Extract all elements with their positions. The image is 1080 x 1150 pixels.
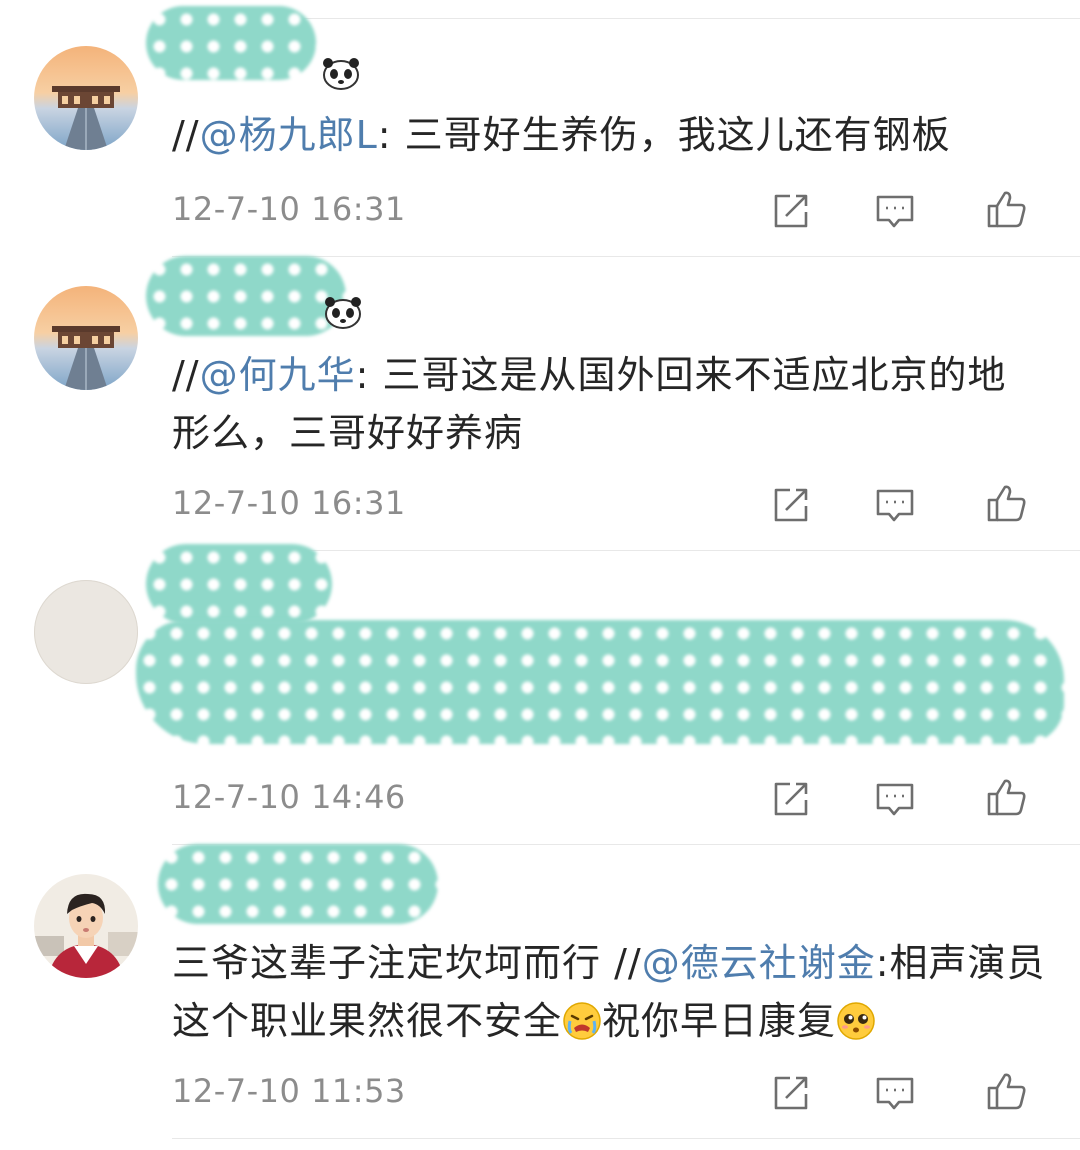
comment-icon[interactable] bbox=[874, 778, 916, 820]
redacted-username[interactable] bbox=[146, 256, 346, 336]
mention-link[interactable]: @德云社谢金 bbox=[642, 941, 876, 985]
top-divider bbox=[172, 18, 1080, 19]
redacted-comment-text bbox=[136, 620, 1064, 744]
avatar[interactable] bbox=[34, 46, 138, 150]
thumbs-up-icon[interactable] bbox=[986, 188, 1028, 230]
comment-time: 12-7-10 16:31 bbox=[172, 484, 406, 522]
redacted-username[interactable] bbox=[158, 844, 438, 924]
crying-emoji-icon bbox=[562, 999, 602, 1040]
comment-time: 12-7-10 11:53 bbox=[172, 1072, 406, 1110]
comment-text: //@杨九郎L: 三哥好生养伤，我这儿还有钢板 bbox=[172, 106, 1052, 164]
thumbs-up-icon[interactable] bbox=[986, 1070, 1028, 1112]
thumbs-up-icon[interactable] bbox=[986, 482, 1028, 524]
pleading-emoji-icon bbox=[836, 999, 876, 1040]
share-icon[interactable] bbox=[770, 190, 812, 232]
comment-time: 12-7-10 16:31 bbox=[172, 190, 406, 228]
share-icon[interactable] bbox=[770, 778, 812, 820]
redacted-username[interactable] bbox=[146, 544, 332, 624]
share-icon[interactable] bbox=[770, 484, 812, 526]
thumbs-up-icon[interactable] bbox=[986, 776, 1028, 818]
avatar[interactable] bbox=[34, 286, 138, 390]
mention-link[interactable]: @杨九郎L bbox=[200, 113, 378, 157]
comment-divider bbox=[172, 1138, 1080, 1139]
text-segment: // bbox=[172, 113, 200, 157]
comment-text: //@何九华: 三哥这是从国外回来不适应北京的地形么，三哥好好养病 bbox=[172, 346, 1042, 462]
avatar[interactable] bbox=[34, 580, 138, 684]
text-segment: 三爷这辈子注定坎坷而行 // bbox=[172, 941, 642, 985]
redacted-username[interactable] bbox=[146, 6, 316, 80]
comment-text: 三爷这辈子注定坎坷而行 //@德云社谢金:相声演员这个职业果然很不安全 祝你早日… bbox=[172, 934, 1052, 1050]
comment-icon[interactable] bbox=[874, 484, 916, 526]
comment-icon[interactable] bbox=[874, 190, 916, 232]
comment-icon[interactable] bbox=[874, 1072, 916, 1114]
avatar[interactable] bbox=[34, 874, 138, 978]
panda-icon bbox=[322, 294, 364, 330]
panda-icon bbox=[320, 55, 362, 91]
mention-link[interactable]: @何九华 bbox=[200, 353, 356, 397]
comment-time: 12-7-10 14:46 bbox=[172, 778, 406, 816]
text-segment: : 三哥好生养伤，我这儿还有钢板 bbox=[377, 113, 951, 157]
text-segment: 祝你早日康复 bbox=[602, 999, 837, 1043]
share-icon[interactable] bbox=[770, 1072, 812, 1114]
text-segment: // bbox=[172, 353, 200, 397]
